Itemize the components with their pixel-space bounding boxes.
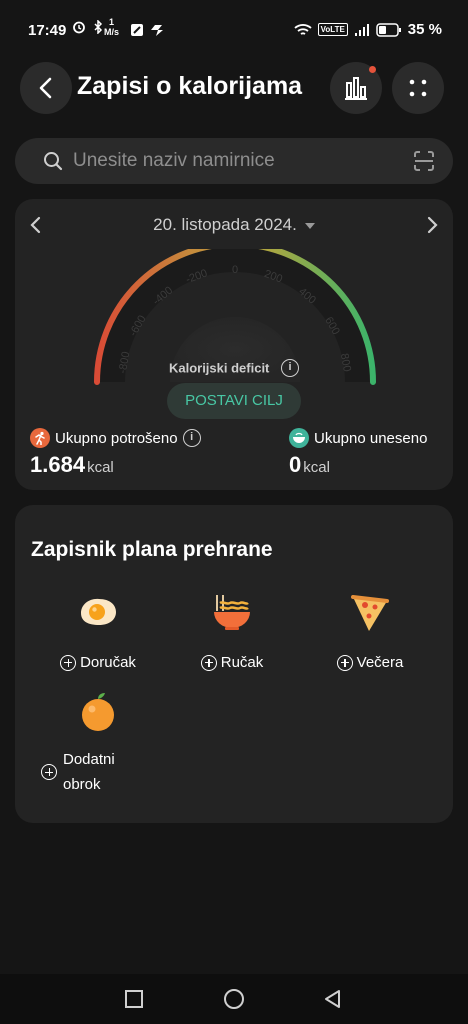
total-intake-stat: Ukupno uneseno 0 kcal [289, 428, 427, 478]
home-button[interactable] [221, 986, 247, 1012]
status-bar: 17:49 1 M/s VoLTE 35 % [0, 0, 468, 62]
chevron-left-icon [39, 77, 52, 99]
network-speed: 1 M/s [104, 17, 119, 37]
add-icon [60, 654, 77, 671]
total-burned-stat: Ukupno potrošeno i 1.684 kcal [30, 428, 201, 478]
wifi-icon [294, 23, 312, 35]
calorie-deficit-label: Kalorijski deficit [168, 360, 270, 376]
triangle-back-icon [325, 990, 340, 1008]
meal-dinner[interactable]: Večera [300, 589, 440, 671]
orange-icon [82, 693, 114, 731]
scan-icon[interactable] [413, 150, 435, 172]
meal-plan-title: Zapisnik plana prehrane [31, 538, 273, 561]
running-icon [30, 428, 50, 448]
add-icon [336, 654, 353, 671]
four-dots-icon [409, 79, 427, 97]
meal-extra-label-line2: obrok [63, 776, 101, 793]
meal-dinner-label: Večera [356, 654, 404, 671]
battery-percent: 35 % [407, 21, 442, 38]
calorie-deficit-row: Kalorijski deficit i [15, 359, 453, 377]
date-selector: 20. listopada 2024. [15, 211, 453, 241]
total-burned-label: Ukupno potrošeno [55, 429, 178, 447]
set-goal-button[interactable]: POSTAVI CILJ [167, 383, 301, 419]
food-search-bar[interactable] [15, 138, 453, 184]
date-dropdown[interactable]: 20. listopada 2024. [15, 215, 453, 235]
meal-extra-label-line1: Dodatni [63, 751, 115, 768]
bowl-icon [289, 428, 309, 448]
date-label: 20. listopada 2024. [153, 215, 297, 234]
pizza-icon [351, 595, 389, 631]
statistics-button[interactable] [330, 62, 382, 114]
add-icon [41, 764, 57, 780]
volte-badge: VoLTE [317, 23, 348, 36]
meal-lunch[interactable]: Ručak [162, 589, 302, 671]
meal-breakfast[interactable]: Doručak [28, 589, 168, 671]
burned-info-icon[interactable]: i [182, 429, 201, 447]
gauge-tick-label: 0 [232, 264, 238, 276]
system-navigation-bar [0, 974, 468, 1024]
deficit-info-icon[interactable]: i [281, 359, 300, 377]
total-burned-value: 1.684 [30, 452, 86, 477]
meal-plan-card: Zapisnik plana prehrane Doručak Ručak Ve… [15, 505, 453, 823]
total-intake-value: 0 [289, 452, 302, 477]
noodle-bowl-icon [214, 595, 250, 630]
status-left-icons [72, 20, 103, 34]
meal-breakfast-label: Doručak [80, 654, 136, 671]
back-nav-button[interactable] [320, 986, 346, 1012]
dropdown-caret-icon [304, 222, 315, 229]
status-right-icons: VoLTE 35 % [294, 21, 442, 38]
add-icon [200, 654, 217, 671]
speed-value: 1 [109, 17, 115, 27]
food-search-input[interactable] [73, 138, 403, 184]
total-intake-label: Ukupno uneseno [314, 429, 428, 447]
egg-icon [81, 598, 116, 625]
total-intake-unit: kcal [303, 459, 330, 476]
search-icon [44, 152, 63, 171]
total-burned-unit: kcal [87, 459, 114, 476]
app-header: Zapisi o kalorijama [0, 62, 468, 114]
alarm-icon [73, 21, 85, 34]
square-icon [125, 990, 143, 1008]
bluetooth-icon [94, 20, 103, 34]
back-button[interactable] [20, 62, 72, 114]
next-day-button[interactable] [423, 213, 441, 237]
recent-apps-button[interactable] [121, 986, 147, 1012]
calorie-gauge: -800-600-400-200 0 200400600800 [94, 249, 376, 385]
notification-dot [369, 66, 376, 73]
app-notification-icon [151, 25, 163, 36]
circle-icon [224, 989, 244, 1009]
page-title: Zapisi o kalorijama [77, 72, 303, 100]
calorie-summary-card: 20. listopada 2024. -800 -600 -400 -200 0 200… [15, 199, 453, 490]
status-time: 17:49 [28, 22, 67, 39]
meal-lunch-label: Ručak [220, 654, 264, 671]
meal-extra[interactable]: Dodatni obrok [41, 688, 161, 797]
bar-chart-icon [345, 77, 367, 100]
signal-icon [354, 23, 369, 36]
battery-icon [376, 22, 401, 37]
nfc-icon [131, 24, 143, 36]
speed-unit: M/s [104, 27, 120, 37]
more-options-button[interactable] [392, 62, 444, 114]
